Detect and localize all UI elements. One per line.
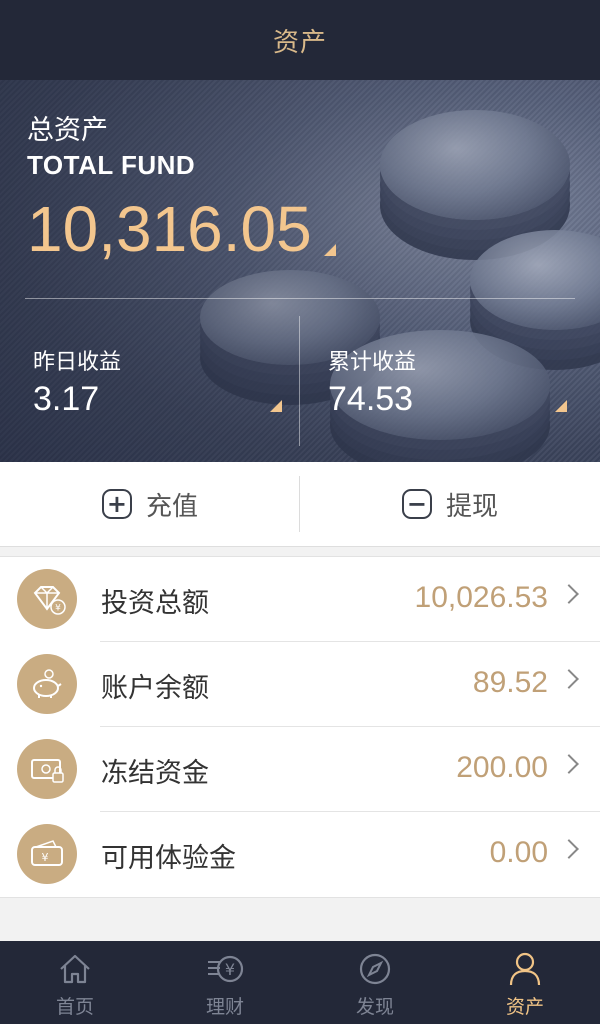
cumulative-earnings-label: 累计收益 <box>328 350 417 375</box>
corner-triangle-icon <box>270 400 282 412</box>
tab-label: 首页 <box>55 996 94 1018</box>
chevron-right-icon <box>559 584 579 604</box>
bottom-tab-bar: 首页 ¥ 理财 发现 资产 <box>0 941 600 1024</box>
tab-label: 理财 <box>205 996 244 1018</box>
chevron-right-icon <box>559 754 579 774</box>
hero-vertical-divider <box>299 316 300 446</box>
total-assets-value: 10,316.05 <box>27 193 312 265</box>
home-icon <box>60 954 90 984</box>
account-list: ¥ 投资总额 10,026.53 账户余额 89.52 冻结资金 200.00 … <box>0 556 600 898</box>
svg-text:¥: ¥ <box>42 851 49 864</box>
yesterday-earnings-label: 昨日收益 <box>33 350 122 375</box>
finance-icon: ¥ <box>208 955 244 983</box>
piggy-bank-icon <box>17 654 77 714</box>
corner-triangle-icon <box>555 400 567 412</box>
chevron-right-icon <box>559 839 579 859</box>
row-label: 冻结资金 <box>101 758 209 789</box>
action-bar: + 充值 − 提现 <box>0 462 600 547</box>
plus-icon: + <box>101 489 132 519</box>
tab-label: 资产 <box>505 996 544 1018</box>
list-item-account-balance[interactable]: 账户余额 89.52 <box>0 642 600 727</box>
cumulative-earnings-value: 74.53 <box>328 380 414 418</box>
withdraw-label: 提现 <box>445 491 498 522</box>
diamond-yen-icon: ¥ <box>17 569 77 629</box>
minus-icon: − <box>401 489 432 519</box>
row-label: 投资总额 <box>101 588 209 619</box>
row-value: 200.00 <box>456 751 548 784</box>
locked-cash-icon <box>17 739 77 799</box>
row-value: 10,026.53 <box>414 581 548 614</box>
total-fund-label: TOTAL FUND <box>27 150 196 180</box>
user-icon <box>509 952 541 986</box>
asset-summary-card: 总资产 TOTAL FUND 10,316.05 昨日收益 3.17 累计收益 … <box>0 80 600 462</box>
page-title: 资产 <box>272 27 327 58</box>
recharge-label: 充值 <box>145 491 198 522</box>
corner-triangle-icon <box>324 244 336 256</box>
list-item-trial-funds[interactable]: ¥ 可用体验金 0.00 <box>0 812 600 897</box>
svg-text:¥: ¥ <box>225 960 235 979</box>
row-value: 0.00 <box>489 836 548 869</box>
tab-assets[interactable]: 资产 <box>450 941 600 1024</box>
total-assets-label: 总资产 <box>27 115 108 146</box>
top-bar: 资产 <box>0 0 600 80</box>
row-label: 可用体验金 <box>101 843 236 874</box>
yesterday-earnings-value: 3.17 <box>33 380 100 418</box>
recharge-button[interactable]: + 充值 <box>0 462 300 546</box>
compass-icon <box>359 953 391 985</box>
tab-finance[interactable]: ¥ 理财 <box>150 941 300 1024</box>
row-value: 89.52 <box>472 666 548 699</box>
list-item-investment-total[interactable]: ¥ 投资总额 10,026.53 <box>0 557 600 642</box>
svg-text:¥: ¥ <box>55 604 61 614</box>
tab-home[interactable]: 首页 <box>0 941 150 1024</box>
hero-divider <box>25 298 575 299</box>
chevron-right-icon <box>559 669 579 689</box>
tab-discover[interactable]: 发现 <box>300 941 450 1024</box>
row-label: 账户余额 <box>101 673 209 704</box>
withdraw-button[interactable]: − 提现 <box>300 462 600 546</box>
wallet-yen-icon: ¥ <box>17 824 77 884</box>
list-item-frozen-funds[interactable]: 冻结资金 200.00 <box>0 727 600 812</box>
tab-label: 发现 <box>355 996 394 1018</box>
